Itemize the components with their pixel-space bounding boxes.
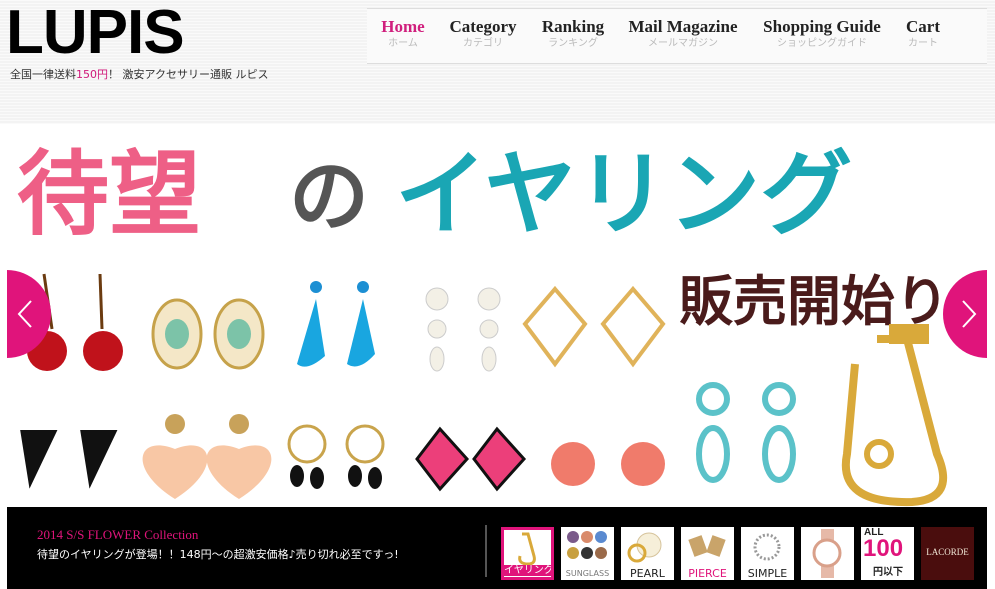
headline-sub: 販売開始り (679, 270, 949, 333)
tagline: 全国一律送料150円！ 激安アクセサリー通販 ルピス (10, 66, 268, 82)
earring-heart (142, 414, 272, 499)
nav-shopping-guide-sublabel: ショッピングガイド (777, 38, 867, 49)
earring-blue-feather (297, 281, 375, 367)
nav-home[interactable]: Home ホーム (379, 17, 427, 51)
nav-shopping-guide-label: Shopping Guide (763, 17, 881, 36)
thumb-simple-label: SIMPLE (747, 567, 788, 580)
earring-gold-clip (841, 324, 948, 507)
nav-category[interactable]: Category カテゴリ (447, 17, 519, 51)
pearl-ring-icon (627, 532, 662, 563)
thumb-earring-label: イヤリング (504, 565, 554, 576)
caption-divider (485, 525, 487, 577)
hero-slider[interactable]: 待望 の イヤリング 販売開始り (7, 124, 987, 507)
chevron-right-icon (962, 300, 977, 328)
earring-turquoise-drop (696, 382, 796, 483)
necklace-icon (753, 533, 781, 561)
nav-cart-label: Cart (906, 17, 940, 36)
caption-text: 待望のイヤリングが登場！！148円〜の超激安価格♪売り切れ必至ですっ! (37, 548, 399, 561)
headline-part-b: の (289, 150, 369, 243)
thumb-earring[interactable]: イヤリング (501, 527, 554, 580)
nav-home-sublabel: ホーム (388, 38, 418, 49)
nav-category-sublabel: カテゴリ (463, 38, 503, 49)
earring-oval-mint (151, 298, 265, 370)
earring-gold-lace (522, 285, 666, 368)
nav-ranking-label: Ranking (541, 17, 605, 36)
watch-icon (812, 529, 842, 578)
earring-black-fringe (287, 424, 385, 489)
earring-coral-flower (551, 442, 665, 486)
earring-triangle (17, 428, 121, 496)
caption-title: 2014 S/S FLOWER Collection (37, 527, 199, 542)
nav-cart[interactable]: Cart カート (903, 17, 943, 51)
hero-image: 待望 の イヤリング 販売開始り (17, 141, 949, 507)
earring-icon (518, 532, 536, 566)
thumb-simple[interactable]: SIMPLE (741, 527, 794, 580)
site-logo[interactable]: LUPIS (6, 2, 185, 64)
thumb-pierce-label: PIERCE (688, 567, 727, 580)
nav-shopping-guide[interactable]: Shopping Guide ショッピングガイド (760, 17, 884, 51)
nav-cart-sublabel: カート (908, 38, 938, 49)
nav-home-label: Home (381, 17, 425, 36)
nav-mail-magazine-sublabel: メールマガジン (648, 38, 718, 49)
thumb-pearl-label: PEARL (630, 567, 665, 580)
thumb-pierce[interactable]: PIERCE (681, 527, 734, 580)
slider-caption: 2014 S/S FLOWER Collection 待望のイヤリングが登場！！… (7, 507, 987, 589)
thumb-sunglass-label: SUNGLASS (565, 569, 610, 578)
thumb-under-100-bottom: 円以下 (873, 567, 903, 578)
sunglasses-icon (567, 531, 607, 559)
thumb-lacorde[interactable]: LACORDE (921, 527, 974, 580)
tagline-price: 150円 (76, 68, 108, 81)
nav-mail-magazine[interactable]: Mail Magazine メールマガジン (625, 17, 741, 51)
earring-pearl-drop (425, 287, 501, 372)
site-header: LUPIS 全国一律送料150円！ 激安アクセサリー通販 ルピス Home ホー… (0, 0, 995, 124)
thumb-pearl[interactable]: PEARL (621, 527, 674, 580)
chevron-left-icon (17, 300, 32, 328)
pierce-icon (688, 535, 726, 557)
tagline-text: 全国一律送料 (10, 68, 76, 81)
thumb-under-100[interactable]: ALL 100 円以下 (861, 527, 914, 580)
tagline-text-end: ！ 激安アクセサリー通販 ルピス (108, 68, 269, 81)
main-nav: Home ホーム Category カテゴリ Ranking ランキング Mai… (367, 8, 987, 64)
thumb-under-100-big: 100 (863, 535, 904, 562)
nav-ranking[interactable]: Ranking ランキング (539, 17, 607, 51)
headline-part-a: 待望 (17, 141, 201, 248)
earring-pink-chevron (415, 426, 527, 492)
nav-category-label: Category (449, 17, 517, 36)
headline-part-c: イヤリング (395, 141, 852, 248)
nav-ranking-sublabel: ランキング (548, 38, 598, 49)
nav-mail-magazine-label: Mail Magazine (628, 17, 738, 36)
thumb-watch[interactable] (801, 527, 854, 580)
thumb-lacorde-label: LACORDE (926, 547, 969, 557)
thumb-sunglass[interactable]: SUNGLASS (561, 527, 614, 580)
